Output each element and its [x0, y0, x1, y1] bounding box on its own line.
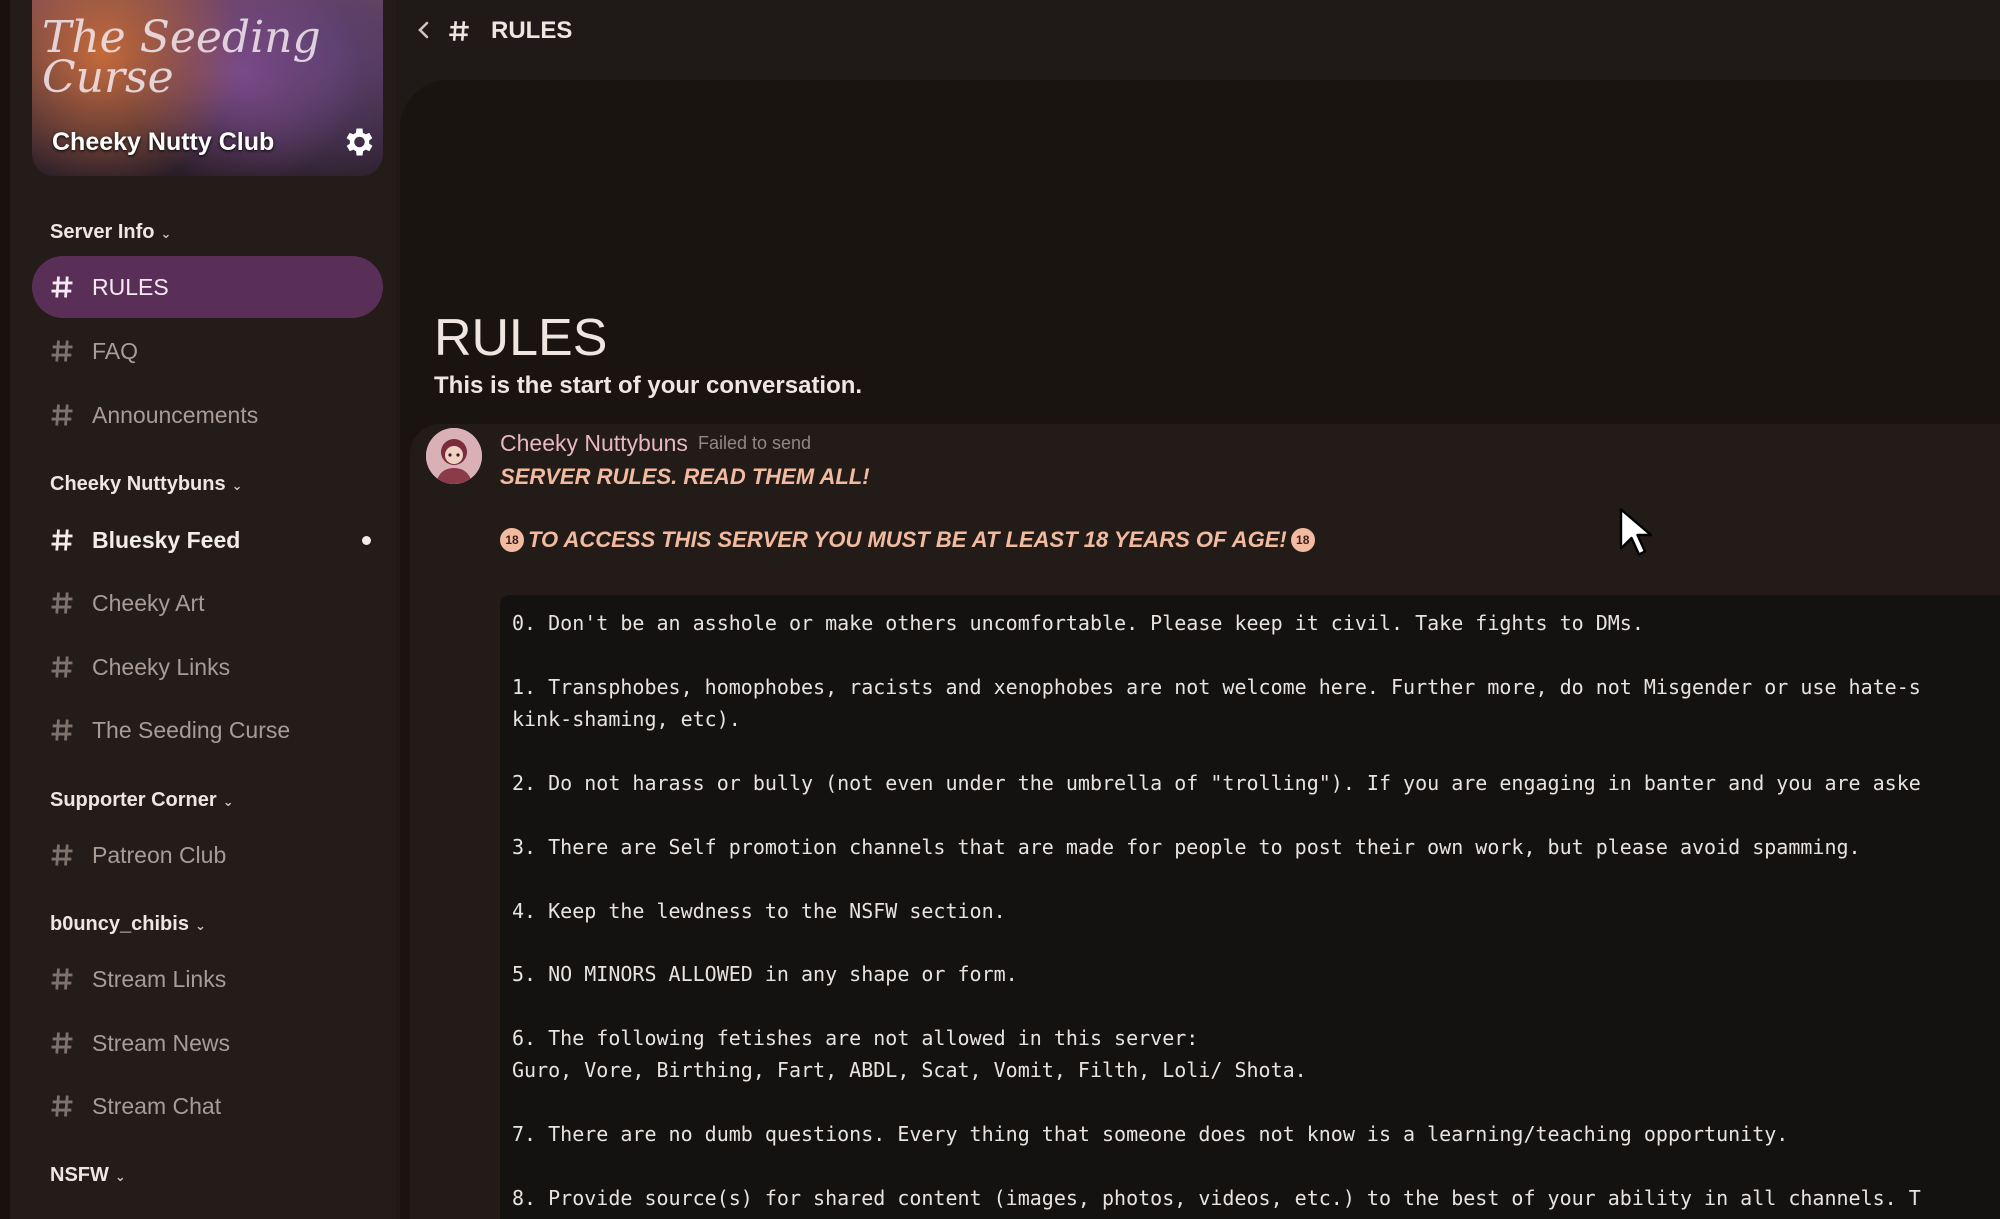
category-label: Server Info — [50, 221, 155, 243]
category-supporter-corner[interactable]: Supporter Corner ⌄ — [50, 789, 234, 812]
age-warning-text: TO ACCESS THIS SERVER YOU MUST BE AT LEA… — [528, 527, 1287, 552]
gear-icon[interactable] — [340, 124, 376, 160]
channel-label: Stream Links — [92, 965, 227, 992]
channel-label: Patreon Club — [92, 841, 227, 868]
message-author[interactable]: Cheeky Nuttybuns — [500, 430, 688, 457]
channel-cheeky-art[interactable]: Cheeky Art — [32, 572, 383, 634]
banner-art-title: The Seeding Curse — [42, 12, 321, 103]
rule-line: 1. Transphobes, homophobes, racists and … — [512, 675, 1921, 699]
hash-icon — [51, 592, 73, 614]
send-status: Failed to send — [698, 433, 812, 453]
message-title-line: SERVER RULES. READ THEM ALL! — [500, 464, 870, 489]
category-server-info[interactable]: Server Info ⌄ — [50, 221, 171, 244]
category-cheeky-nuttybuns[interactable]: Cheeky Nuttybuns ⌄ — [50, 473, 243, 496]
channel-cheeky-links[interactable]: Cheeky Links — [32, 636, 383, 698]
channel-label: Stream Chat — [92, 1092, 222, 1119]
channel-rules[interactable]: RULES — [32, 256, 383, 318]
server-banner[interactable]: The Seeding Curse Cheeky Nutty Club — [32, 0, 383, 176]
hash-icon — [51, 340, 73, 362]
channel-announcements[interactable]: Announcements — [32, 384, 383, 446]
category-label: NSFW — [50, 1164, 109, 1186]
channel-heading: RULES — [434, 309, 608, 367]
hash-icon — [51, 844, 73, 866]
hash-icon — [51, 1032, 73, 1054]
chevron-down-icon: ⌄ — [194, 918, 206, 933]
rules-code-block: 0. Don't be an asshole or make others un… — [500, 595, 2000, 1219]
chevron-left-icon[interactable] — [414, 16, 434, 44]
hash-icon — [449, 21, 469, 41]
category-b0uncy-chibis[interactable]: b0uncy_chibis ⌄ — [50, 913, 206, 936]
category-label: Supporter Corner — [50, 789, 217, 811]
rule-line: 3. There are Self promotion channels tha… — [512, 835, 1861, 859]
server-sidebar: The Seeding Curse Cheeky Nutty Club Serv… — [0, 0, 396, 1219]
hash-icon — [51, 404, 73, 426]
category-label: b0uncy_chibis — [50, 913, 189, 935]
rule-line: 7. There are no dumb questions. Every th… — [512, 1122, 1789, 1146]
channel-faq[interactable]: FAQ — [32, 320, 383, 382]
channel-label: Stream News — [92, 1029, 231, 1056]
channel-stream-news[interactable]: Stream News — [32, 1012, 383, 1074]
no-under-18-icon: 18 — [1290, 528, 1315, 552]
hash-icon — [51, 719, 73, 741]
mouse-cursor-icon — [1619, 508, 1653, 556]
hash-icon — [51, 1095, 73, 1117]
conversation-start-text: This is the start of your conversation. — [434, 372, 863, 399]
channel-label: RULES — [92, 273, 169, 300]
rule-line: 6. The following fetishes are not allowe… — [512, 1026, 1199, 1050]
rule-line: 2. Do not harass or bully (not even unde… — [512, 771, 1921, 795]
channel-bluesky-feed[interactable]: Bluesky Feed — [32, 509, 383, 571]
chevron-down-icon: ⌄ — [231, 478, 243, 493]
chevron-down-icon: ⌄ — [160, 226, 172, 241]
rule-line: 8. Provide source(s) for shared content … — [512, 1186, 1921, 1210]
rule-line: 0. Don't be an asshole or make others un… — [512, 611, 1644, 635]
hash-icon — [51, 529, 73, 551]
channel-header: RULES — [396, 0, 2000, 64]
category-nsfw[interactable]: NSFW ⌄ — [50, 1164, 126, 1187]
channel-label: Cheeky Art — [92, 589, 205, 616]
hash-icon — [51, 656, 73, 678]
rule-line: Guro, Vore, Birthing, Fart, ABDL, Scat, … — [512, 1058, 1307, 1082]
hash-icon — [51, 276, 73, 298]
channel-label: The Seeding Curse — [92, 716, 291, 743]
channel-stream-links[interactable]: Stream Links — [32, 948, 383, 1010]
channel-label: Announcements — [92, 401, 259, 428]
channel-patreon-club[interactable]: Patreon Club — [32, 824, 383, 886]
chevron-down-icon: ⌄ — [222, 794, 234, 809]
avatar[interactable] — [426, 428, 482, 484]
channel-title: RULES — [491, 17, 573, 44]
hash-icon — [51, 968, 73, 990]
channel-label: Bluesky Feed — [92, 526, 241, 553]
rule-line: 4. Keep the lewdness to the NSFW section… — [512, 899, 1006, 923]
category-label: Cheeky Nuttybuns — [50, 473, 226, 495]
chevron-down-icon: ⌄ — [114, 1169, 126, 1184]
unread-dot — [362, 536, 371, 545]
channel-stream-chat[interactable]: Stream Chat — [32, 1075, 383, 1137]
channel-label: FAQ — [92, 337, 139, 364]
channel-the-seeding-curse[interactable]: The Seeding Curse — [32, 699, 383, 761]
channel-label: Cheeky Links — [92, 653, 231, 680]
rule-line: 5. NO MINORS ALLOWED in any shape or for… — [512, 962, 1018, 986]
age-warning-line: 18 TO ACCESS THIS SERVER YOU MUST BE AT … — [500, 527, 1315, 553]
rule-line: kink-shaming, etc). — [512, 707, 741, 731]
server-name[interactable]: Cheeky Nutty Club — [52, 128, 274, 157]
no-under-18-icon: 18 — [500, 528, 524, 552]
